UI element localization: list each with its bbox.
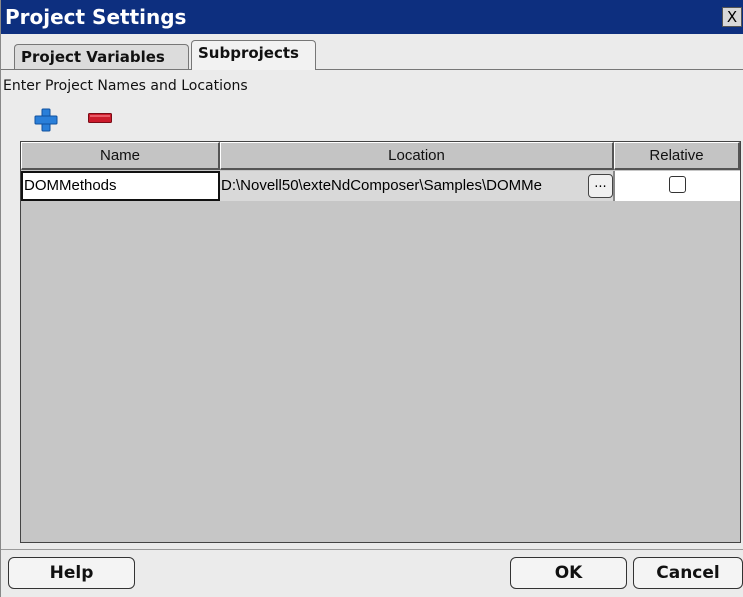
cancel-button[interactable]: Cancel — [633, 557, 743, 589]
column-header-name[interactable]: Name — [21, 142, 220, 170]
tab-divider — [1, 69, 743, 70]
location-cell[interactable]: D:\Novell50\exteNdComposer\Samples\DOMMe — [220, 171, 614, 201]
relative-cell[interactable] — [614, 171, 740, 201]
help-button[interactable]: Help — [8, 557, 135, 589]
title-bar: Project Settings — [1, 0, 743, 34]
footer-divider — [1, 549, 743, 550]
table-row[interactable]: DOMMethods D:\Novell50\exteNdComposer\Sa… — [21, 171, 740, 201]
table-header: Name Location Relative — [21, 142, 742, 170]
tab-project-variables[interactable]: Project Variables — [14, 44, 189, 70]
plus-icon[interactable] — [34, 108, 58, 132]
instruction-text: Enter Project Names and Locations — [3, 78, 248, 94]
column-header-relative[interactable]: Relative — [614, 142, 740, 170]
project-settings-dialog: Project Settings X Project Variables Sub… — [0, 0, 743, 597]
tab-subprojects[interactable]: Subprojects — [191, 40, 316, 70]
subprojects-table: Name Location Relative DOMMethods D:\Nov… — [20, 141, 741, 543]
close-button[interactable]: X — [722, 7, 742, 27]
browse-button[interactable]: ... — [588, 174, 613, 198]
window-title: Project Settings — [5, 5, 187, 29]
minus-icon[interactable] — [88, 113, 112, 123]
column-header-location[interactable]: Location — [220, 142, 614, 170]
relative-checkbox[interactable] — [669, 176, 686, 193]
name-cell-input[interactable]: DOMMethods — [21, 171, 220, 201]
tab-bar: Project Variables Subprojects — [1, 38, 743, 70]
ok-button[interactable]: OK — [510, 557, 627, 589]
